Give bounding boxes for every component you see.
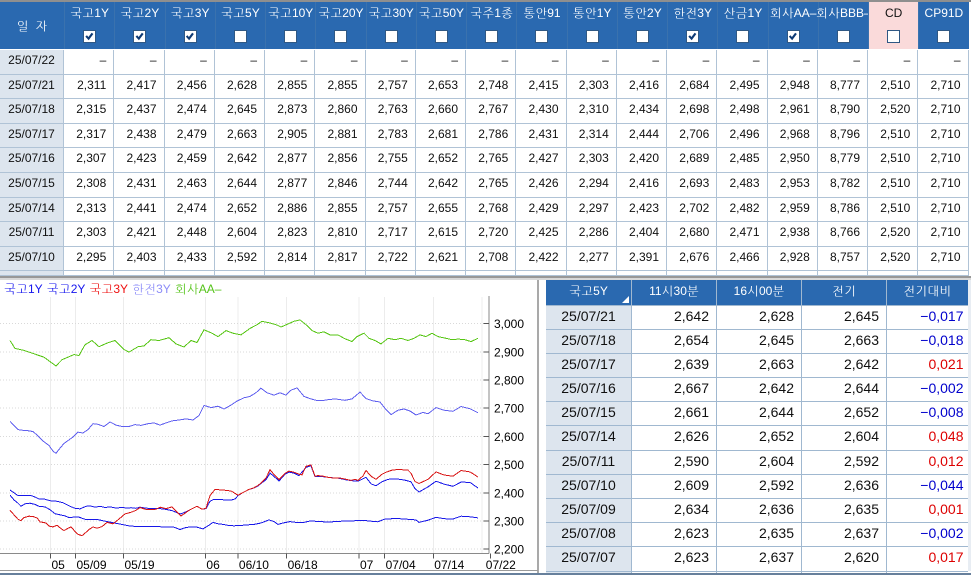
svg-text:2,800: 2,800 — [494, 373, 524, 387]
svg-text:2,300: 2,300 — [494, 514, 524, 528]
svg-text:2,400: 2,400 — [494, 486, 524, 500]
svg-text:3,000: 3,000 — [494, 317, 524, 331]
svg-text:2,200: 2,200 — [494, 542, 524, 556]
svg-text:2,700: 2,700 — [494, 401, 524, 415]
svg-text:2,900: 2,900 — [494, 345, 524, 359]
svg-text:2,600: 2,600 — [494, 429, 524, 443]
svg-text:2,500: 2,500 — [494, 458, 524, 472]
